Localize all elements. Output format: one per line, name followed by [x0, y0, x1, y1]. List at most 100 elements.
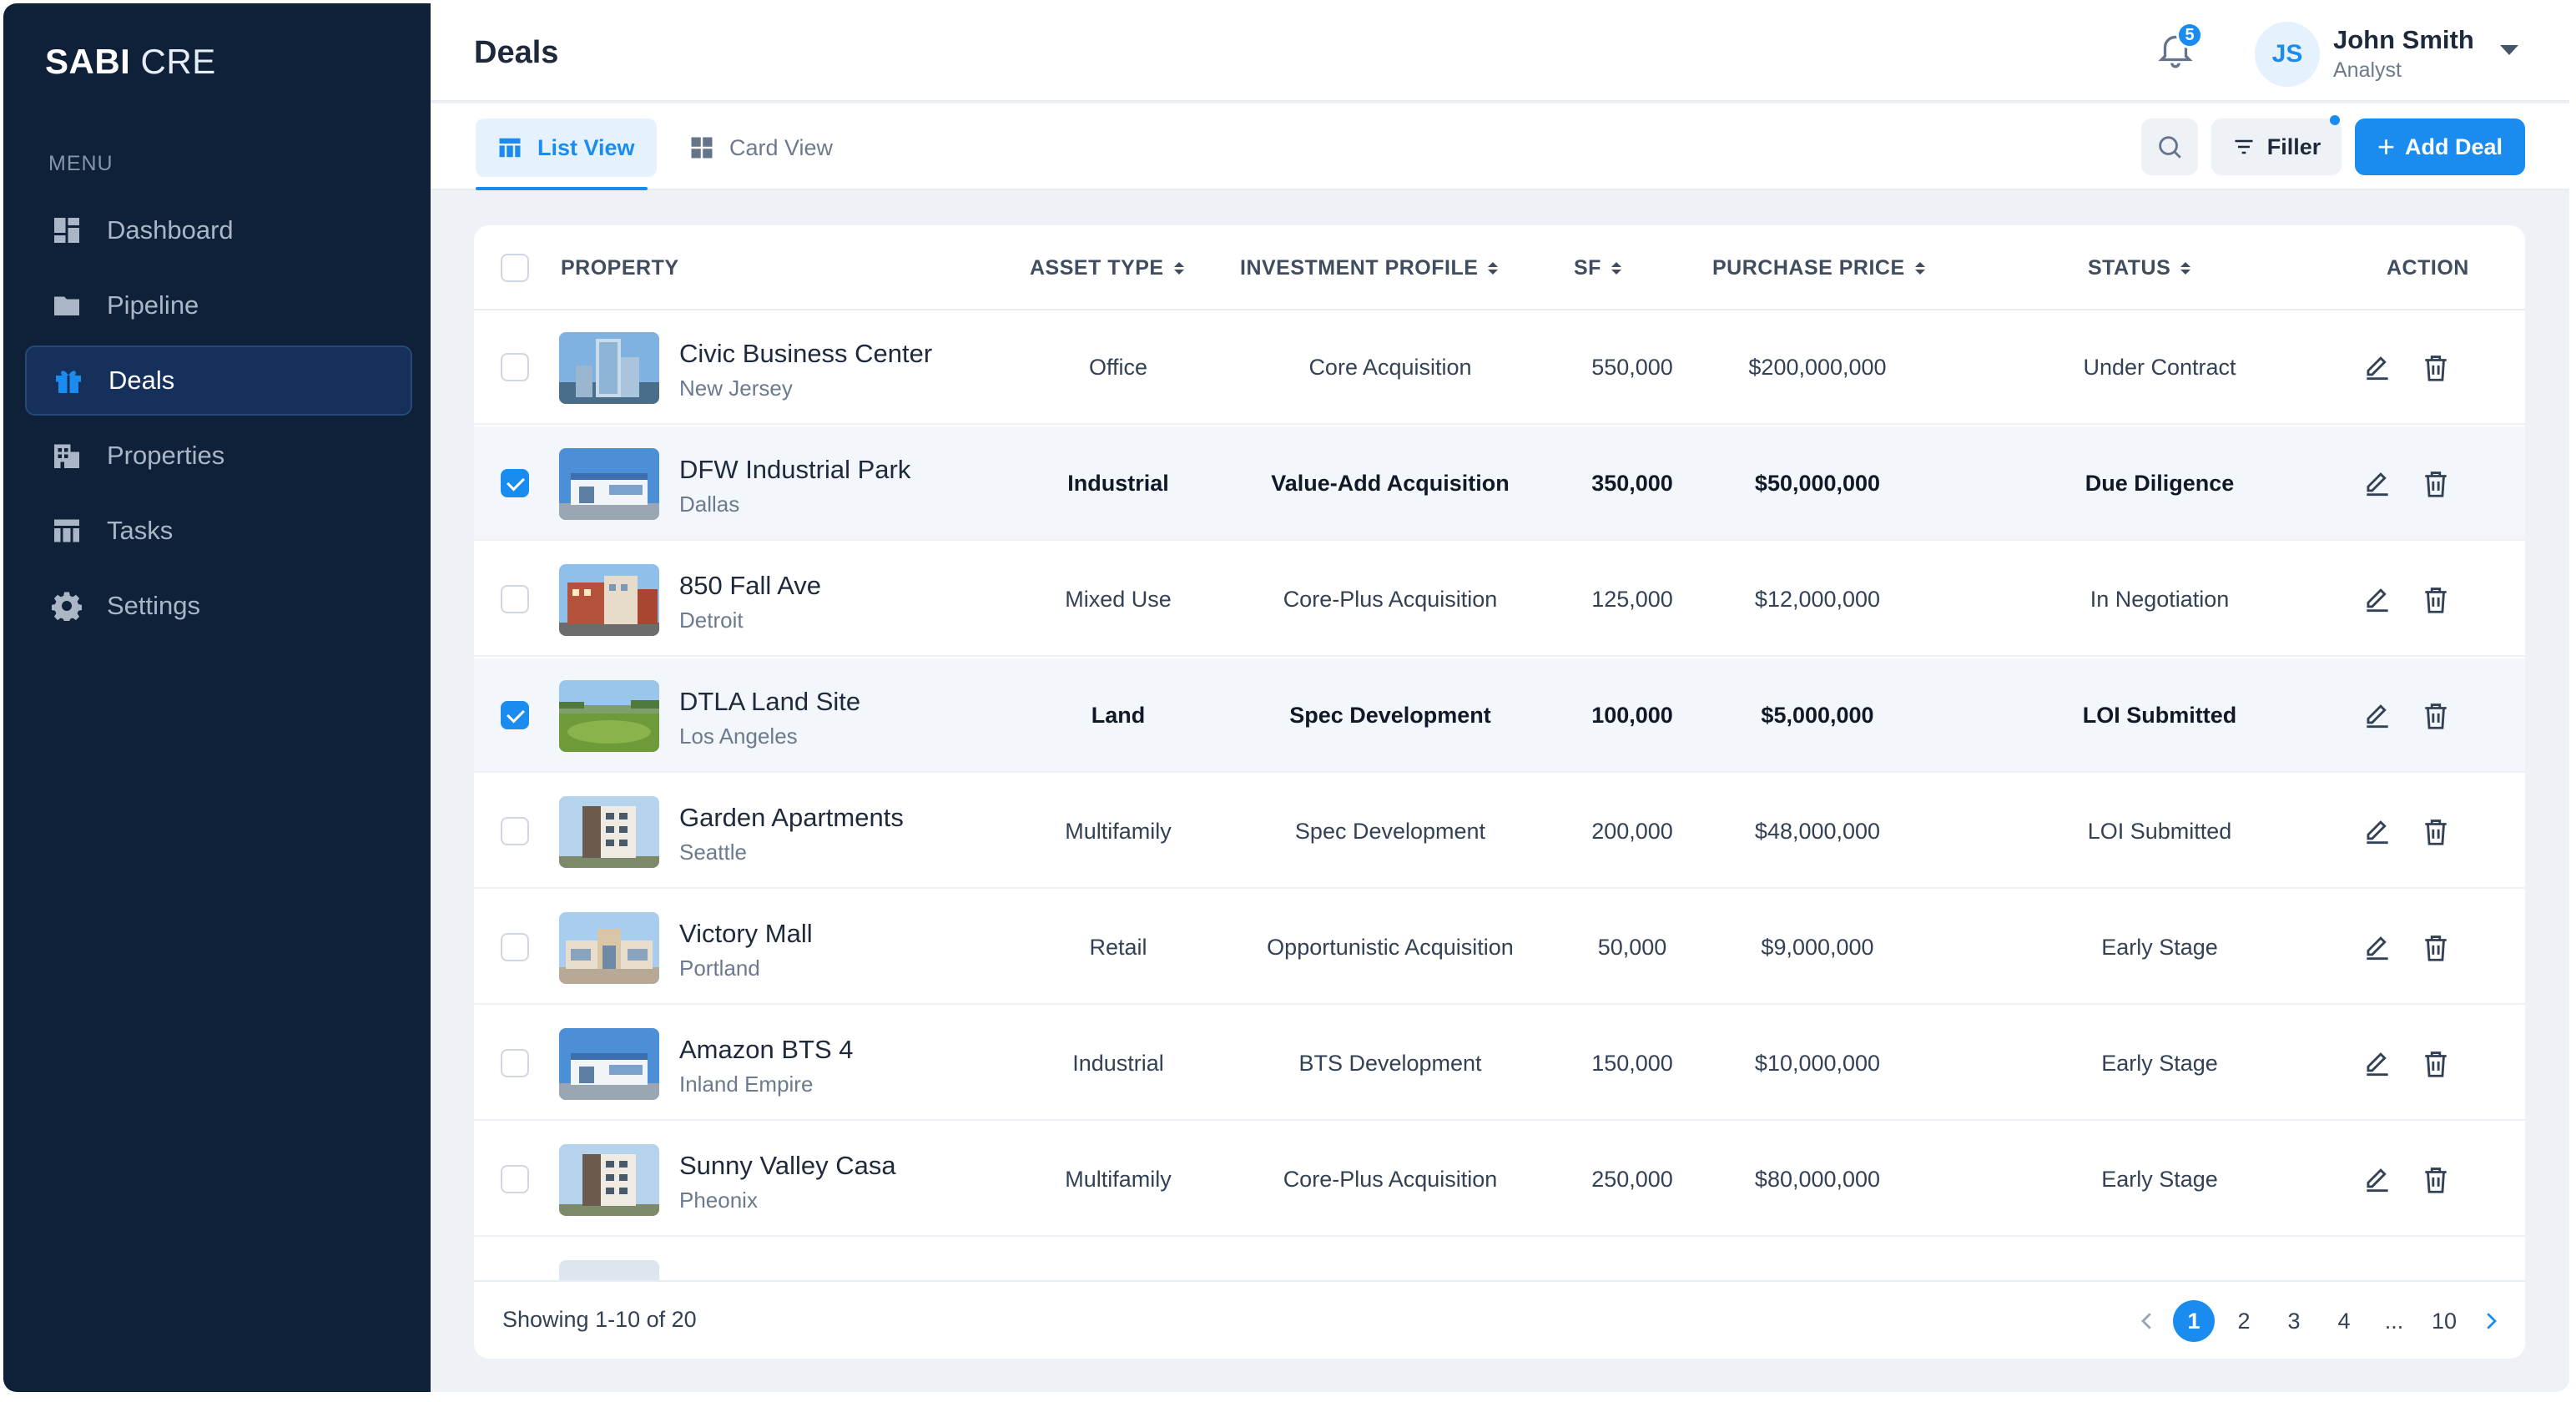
avatar[interactable]: JS — [2255, 22, 2320, 87]
sidebar-item-label: Tasks — [107, 516, 174, 545]
edit-icon[interactable] — [2362, 700, 2393, 732]
column-header-status[interactable]: STATUS — [2088, 225, 2191, 310]
column-header-sf[interactable]: SF — [1574, 225, 1621, 310]
trash-icon[interactable] — [2420, 584, 2452, 616]
purchase-price-cell: $10,000,000 — [1754, 1051, 1881, 1076]
column-header-investment-profile[interactable]: INVESTMENT PROFILE — [1240, 225, 1499, 310]
sidebar-item-dashboard[interactable]: Dashboard — [25, 195, 412, 265]
property-name[interactable]: 850 Fall Ave — [679, 571, 821, 601]
filter-button[interactable]: Filler — [2211, 119, 2342, 175]
page-button[interactable]: 3 — [2273, 1300, 2315, 1342]
tab-label: Card View — [729, 134, 834, 160]
table-row[interactable]: DFW Industrial Park Dallas Industrial Value… — [474, 426, 2525, 541]
next-page-button[interactable] — [2470, 1300, 2512, 1342]
property-name[interactable]: DFW Industrial Park — [679, 455, 910, 485]
trash-icon[interactable] — [2420, 816, 2452, 848]
asset-type-cell: Office — [1088, 355, 1148, 380]
sf-cell: 550,000 — [1591, 355, 1673, 380]
sidebar: SABI CRE MENU Dashboard Pipeline Deals P… — [3, 3, 431, 1392]
tab-card-view[interactable]: Card View — [668, 119, 854, 177]
row-checkbox[interactable] — [501, 1165, 529, 1193]
trash-icon[interactable] — [2420, 1164, 2452, 1196]
column-header-property[interactable]: PROPERTY — [561, 225, 679, 310]
sidebar-item-settings[interactable]: Settings — [25, 571, 412, 641]
investment-profile-cell: Opportunistic Acquisition — [1267, 935, 1514, 960]
sidebar-item-properties[interactable]: Properties — [25, 421, 412, 491]
purchase-price-cell: $48,000,000 — [1754, 819, 1881, 844]
property-name[interactable]: Victory Mall — [679, 919, 813, 949]
chevron-down-icon[interactable] — [2500, 45, 2518, 55]
purchase-price-cell: $5,000,000 — [1761, 703, 1874, 728]
prev-page-button[interactable] — [2126, 1300, 2168, 1342]
table-row[interactable]: Garden Apartments Seattle Multifamily Spec … — [474, 774, 2525, 889]
table-row[interactable]: Sunny Valley Casa Pheonix Multifamily Core-… — [474, 1122, 2525, 1237]
edit-icon[interactable] — [2362, 584, 2393, 616]
status-cell: Due Diligence — [2084, 471, 2235, 496]
edit-icon[interactable] — [2362, 1164, 2393, 1196]
asset-type-cell: Land — [1091, 703, 1146, 728]
trash-icon[interactable] — [2420, 468, 2452, 500]
row-checkbox[interactable] — [501, 585, 529, 613]
sidebar-item-deals[interactable]: Deals — [25, 345, 412, 416]
edit-icon[interactable] — [2362, 816, 2393, 848]
column-header-purchase-price[interactable]: PURCHASE PRICE — [1712, 225, 1925, 310]
property-name[interactable]: Garden Apartments — [679, 803, 904, 833]
investment-profile-cell: Value-Add Acquisition — [1271, 471, 1510, 496]
deals-table: PROPERTY ASSET TYPE INVESTMENT PROFILE S… — [474, 225, 2525, 1359]
asset-type-cell: Multifamily — [1065, 819, 1172, 844]
trash-icon[interactable] — [2420, 1048, 2452, 1080]
page-button[interactable]: 4 — [2323, 1300, 2365, 1342]
filter-label: Filler — [2266, 134, 2321, 159]
property-name[interactable]: DTLA Land Site — [679, 687, 860, 717]
sf-cell: 150,000 — [1591, 1051, 1673, 1076]
sidebar-item-tasks[interactable]: Tasks — [25, 496, 412, 566]
property-city: Seattle — [679, 840, 747, 865]
row-checkbox[interactable] — [501, 933, 529, 961]
page-button[interactable]: 10 — [2423, 1300, 2465, 1342]
user-name[interactable]: John Smith — [2333, 25, 2474, 55]
tab-list-view[interactable]: List View — [476, 119, 657, 177]
column-header-action: ACTION — [2387, 255, 2469, 280]
investment-profile-cell: Spec Development — [1289, 703, 1491, 728]
edit-icon[interactable] — [2362, 468, 2393, 500]
edit-icon[interactable] — [2362, 932, 2393, 964]
folder-icon — [52, 290, 82, 320]
sidebar-nav: Dashboard Pipeline Deals Properties Task… — [25, 195, 412, 646]
table-row[interactable]: Civic Business Center New Jersey Office Cor… — [474, 310, 2525, 425]
page-button[interactable]: 1 — [2173, 1300, 2215, 1342]
sidebar-item-pipeline[interactable]: Pipeline — [25, 270, 412, 340]
sf-cell: 100,000 — [1591, 703, 1673, 728]
edit-icon[interactable] — [2362, 352, 2393, 384]
select-all-checkbox[interactable] — [501, 254, 529, 282]
row-checkbox[interactable] — [501, 353, 529, 381]
trash-icon[interactable] — [2420, 700, 2452, 732]
menu-title: MENU — [48, 152, 113, 175]
table-row[interactable]: Victory Mall Portland Retail Opportunistic … — [474, 890, 2525, 1005]
table-row[interactable]: 850 Fall Ave Detroit Mixed Use Core-Plus Ac… — [474, 542, 2525, 657]
top-bar: Deals 5 JS John Smith Analyst — [431, 3, 2569, 102]
brand-logo[interactable]: SABI CRE — [45, 42, 216, 82]
property-thumbnail — [559, 1144, 659, 1216]
page-button[interactable]: 2 — [2223, 1300, 2265, 1342]
add-deal-button[interactable]: + Add Deal — [2355, 119, 2525, 175]
purchase-price-cell: $80,000,000 — [1754, 1167, 1881, 1192]
edit-icon[interactable] — [2362, 1048, 2393, 1080]
card-view-icon — [691, 137, 713, 159]
column-header-asset-type[interactable]: ASSET TYPE — [1030, 225, 1184, 310]
sort-icon — [2180, 261, 2191, 275]
pagination-summary: Showing 1-10 of 20 — [502, 1307, 697, 1332]
row-checkbox[interactable] — [501, 701, 529, 729]
property-name[interactable]: Civic Business Center — [679, 339, 932, 369]
property-thumbnail — [559, 448, 659, 520]
row-checkbox[interactable] — [501, 817, 529, 845]
property-name[interactable]: Amazon BTS 4 — [679, 1035, 853, 1065]
search-button[interactable] — [2141, 119, 2198, 175]
row-checkbox[interactable] — [501, 1049, 529, 1077]
gift-icon — [53, 366, 83, 396]
table-row[interactable]: Amazon BTS 4 Inland Empire Industrial BTS D… — [474, 1006, 2525, 1121]
trash-icon[interactable] — [2420, 932, 2452, 964]
trash-icon[interactable] — [2420, 352, 2452, 384]
property-name[interactable]: Sunny Valley Casa — [679, 1151, 896, 1181]
row-checkbox[interactable] — [501, 469, 529, 497]
table-row[interactable]: DTLA Land Site Los Angeles Land Spec Develo… — [474, 658, 2525, 773]
